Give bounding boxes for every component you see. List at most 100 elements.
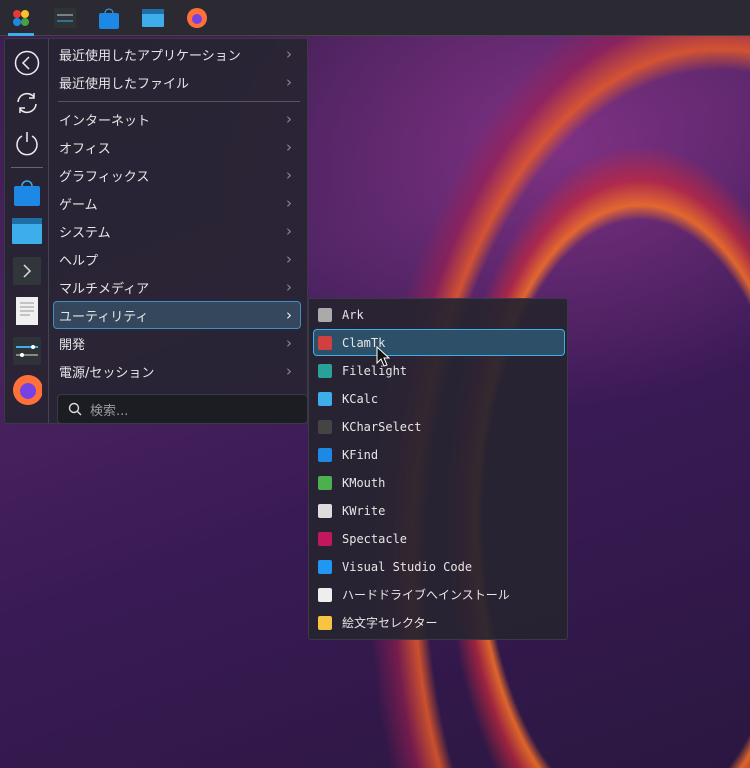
kde-launcher-icon (13, 9, 29, 26)
app-label: KFind (342, 447, 379, 462)
app-icon (318, 419, 332, 434)
settings-icon (54, 7, 76, 28)
menu-item-category[interactable]: インターネット › (53, 105, 301, 133)
app-icon (318, 559, 332, 574)
app-label: Ark (342, 307, 364, 322)
menu-item-category[interactable]: 最近使用したファイル › (53, 68, 301, 96)
menu-item-category[interactable]: 最近使用したアプリケーション › (53, 40, 301, 68)
discover-icon[interactable] (12, 177, 42, 207)
app-icon (318, 335, 332, 350)
menu-item-label: グラフィックス (59, 169, 150, 185)
firefox-icon (187, 7, 207, 28)
submenu-item[interactable]: Spectacle (313, 525, 565, 552)
menu-item-label: 電源/セッション (59, 365, 155, 381)
taskbar (0, 0, 750, 36)
text-editor-icon[interactable] (12, 296, 42, 326)
menu-item-category[interactable]: 開発 › (53, 329, 301, 357)
app-icon (318, 587, 332, 602)
submenu-item[interactable]: KMouth (313, 469, 565, 496)
chevron-right-icon: › (286, 166, 292, 184)
chevron-right-icon: › (286, 334, 292, 352)
chevron-right-icon: › (286, 306, 292, 324)
back-icon[interactable] (12, 48, 42, 78)
app-label: Filelight (342, 363, 408, 378)
app-label: KCalc (342, 391, 379, 406)
menu-separator (58, 101, 300, 102)
app-icon (318, 475, 332, 490)
shopping-bag-icon (99, 8, 119, 29)
sidebar-separator (11, 167, 43, 168)
submenu-item[interactable]: Visual Studio Code (313, 553, 565, 580)
menu-item-label: マルチメディア (59, 281, 150, 297)
app-label: KWrite (342, 503, 386, 518)
menu-item-label: 最近使用したアプリケーション (59, 48, 241, 64)
search-placeholder: 検索... (90, 403, 129, 419)
submenu-item[interactable]: KCalc (313, 385, 565, 412)
application-menu: 検索... 最近使用したアプリケーション › 最近使用したファイル › インターネット ›… (4, 38, 308, 424)
chevron-right-icon: › (286, 250, 292, 268)
submenu-item[interactable]: Filelight (313, 357, 565, 384)
menu-item-label: 開発 (59, 337, 86, 353)
firefox-icon[interactable] (12, 375, 42, 405)
app-label: KCharSelect (342, 419, 422, 434)
chevron-right-icon: › (286, 110, 292, 128)
chevron-right-icon: › (286, 278, 292, 296)
folder-icon[interactable] (12, 216, 42, 246)
settings-icon[interactable] (12, 336, 42, 366)
menu-item-label: システム (59, 225, 111, 241)
menu-item-category[interactable]: マルチメディア › (53, 273, 301, 301)
app-label: 絵文字セレクター (342, 616, 438, 630)
favorites-sidebar (5, 39, 49, 423)
menu-item-label: 最近使用したファイル (59, 76, 190, 92)
folder-icon (142, 8, 164, 27)
menu-item-category[interactable]: システム › (53, 217, 301, 245)
search-icon (68, 402, 82, 416)
system-settings-button[interactable] (52, 5, 78, 31)
mouse-cursor-icon (376, 346, 390, 367)
chevron-right-icon: › (286, 222, 292, 240)
app-label: ハードドライブへインストール (342, 588, 510, 602)
app-label: Spectacle (342, 531, 408, 546)
menu-item-category[interactable]: ゲーム › (53, 189, 301, 217)
firefox-button[interactable] (184, 5, 210, 31)
app-icon (318, 363, 332, 378)
app-icon (318, 391, 332, 406)
app-label: KMouth (342, 475, 386, 490)
utilities-submenu: Ark ClamTk Filelight KCalc KCharSelect KFind K… (308, 298, 568, 640)
menu-item-category[interactable]: グラフィックス › (53, 161, 301, 189)
chevron-right-icon: › (286, 138, 292, 156)
menu-item-label: ユーティリティ (59, 309, 149, 325)
chevron-right-icon: › (286, 45, 292, 63)
app-label: Visual Studio Code (342, 559, 473, 574)
menu-item-label: オフィス (59, 141, 111, 157)
app-icon (318, 531, 332, 546)
menu-item-label: ヘルプ (59, 253, 99, 269)
submenu-item[interactable]: 絵文字セレクター (313, 609, 565, 636)
dolphin-button[interactable] (140, 5, 166, 31)
terminal-icon[interactable] (12, 256, 42, 286)
chevron-right-icon: › (286, 73, 292, 91)
submenu-item[interactable]: KWrite (313, 497, 565, 524)
submenu-item[interactable]: ハードドライブへインストール (313, 581, 565, 608)
app-launcher-button[interactable] (8, 5, 34, 36)
search-input[interactable]: 検索... (57, 394, 308, 424)
menu-item-label: ゲーム (59, 197, 98, 213)
refresh-icon[interactable] (12, 88, 42, 118)
submenu-item[interactable]: Ark (313, 301, 565, 328)
chevron-right-icon: › (286, 194, 292, 212)
menu-item-category[interactable]: ユーティリティ › (53, 301, 301, 329)
submenu-item[interactable]: ClamTk (313, 329, 565, 356)
app-icon (318, 503, 332, 518)
submenu-item[interactable]: KFind (313, 441, 565, 468)
menu-item-category[interactable]: オフィス › (53, 133, 301, 161)
app-icon (318, 447, 332, 462)
power-icon[interactable] (12, 128, 42, 158)
menu-item-category[interactable]: 電源/セッション › (53, 357, 301, 385)
app-icon (318, 307, 332, 322)
chevron-right-icon: › (286, 362, 292, 380)
discover-button[interactable] (96, 5, 122, 31)
menu-item-category[interactable]: ヘルプ › (53, 245, 301, 273)
submenu-item[interactable]: KCharSelect (313, 413, 565, 440)
menu-item-label: インターネット (59, 113, 151, 129)
app-icon (318, 615, 332, 630)
